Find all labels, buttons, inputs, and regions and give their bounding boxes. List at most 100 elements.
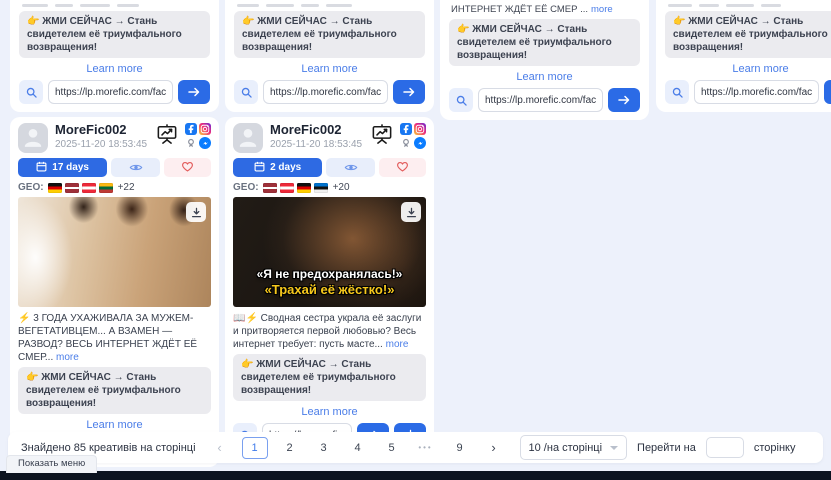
arrow-right-icon [403,85,415,100]
person-icon [235,123,261,153]
next-page-button[interactable]: › [482,438,506,458]
days-label: 17 days [52,162,89,173]
learn-more-link[interactable]: Learn more [18,419,211,431]
creative-card-partial: 👉 ЖМИ СЕЙЧАС → Стань свидетелем её триум… [225,0,434,112]
creative-image[interactable] [18,197,211,307]
stats-chart-icon[interactable] [371,124,393,149]
creative-date: 2025-11-20 18:53:45 [270,139,362,150]
cta-text: 👉 ЖМИ СЕЙЧАС → Стань свидетелем её триум… [233,354,426,401]
creative-description: ⚡ 3 ГОДА УХАЖИВАЛА ЗА МУЖЕМ-ВЕГЕТАТИВЦЕМ… [18,312,211,364]
cta-text: 👉 ЖМИ СЕЙЧАС → Стань свидетелем её триум… [18,367,211,414]
flag-icon [314,183,328,193]
page-button-5[interactable]: 5 [380,438,404,458]
views-button[interactable] [111,158,160,177]
learn-more-link[interactable]: Learn more [665,63,831,75]
search-icon[interactable] [19,80,43,104]
facebook-icon [400,123,412,135]
geo-row: GEO: +20 [233,182,426,193]
instagram-icon [199,123,211,135]
landing-url-input[interactable] [478,88,603,112]
heart-icon [181,160,194,175]
download-image-icon[interactable] [186,202,206,222]
page-button-3[interactable]: 3 [312,438,336,458]
geo-row: GEO: +22 [18,182,211,193]
search-icon[interactable] [449,88,473,112]
page-button-2[interactable]: 2 [278,438,302,458]
url-row [665,80,831,104]
goto-page-input[interactable] [706,437,744,458]
page-button-1[interactable]: 1 [242,437,268,459]
instagram-icon [414,123,426,135]
messenger-icon [199,137,211,149]
goto-page-suffix: сторінку [754,442,796,454]
creative-card-partial: 👉 ЖМИ СЕЙЧАС → Стань свидетелем её триум… [656,0,831,112]
eye-icon [129,160,143,175]
header-icons [371,123,426,149]
cta-text: 👉 ЖМИ СЕЙЧАС → Стань свидетелем её триум… [449,19,640,66]
column-1: 👉 ЖМИ СЕЙЧАС → Стань свидетелем её триум… [10,0,219,467]
download-image-icon[interactable] [401,202,421,222]
column-3: ИНТЕРНЕТ ЖДЁТ ЕЁ СМЕР ...more 👉 ЖМИ СЕЙЧ… [440,0,649,120]
learn-more-link[interactable]: Learn more [234,63,425,75]
open-url-button[interactable] [608,88,640,112]
show-menu-button[interactable]: Показать меню [6,455,97,473]
open-url-button[interactable] [393,80,425,104]
more-link[interactable]: more [386,339,409,350]
clipped-text [19,4,210,7]
geo-label: GEO: [233,182,259,193]
more-link[interactable]: more [591,4,613,15]
url-row [449,88,640,112]
flag-icon [297,183,311,193]
clipped-text [665,4,831,7]
cta-text: 👉 ЖМИ СЕЙЧАС → Стань свидетелем её триум… [234,11,425,58]
page-size-select[interactable]: 10 /на сторінці [520,435,628,460]
flag-icon [263,183,277,193]
favorite-button[interactable] [164,158,211,177]
learn-more-link[interactable]: Learn more [233,406,426,418]
clipped-description: ИНТЕРНЕТ ЖДЁТ ЕЁ СМЕР ...more [451,4,638,15]
arrow-right-icon [188,85,200,100]
creative-card: MoreFic002 2025-11-20 18:53:45 2 days [225,117,434,454]
learn-more-link[interactable]: Learn more [19,63,210,75]
account-info: MoreFic002 2025-11-20 18:53:45 [55,123,147,150]
days-active-button[interactable]: 2 days [233,158,322,177]
page-button-last[interactable]: 9 [448,438,472,458]
overlay-line-1: «Я не предохранялась!» [233,267,426,282]
goto-page-label: Перейти на [637,442,696,454]
days-active-button[interactable]: 17 days [18,158,107,177]
geo-more-count: +22 [118,182,135,193]
stats-chart-icon[interactable] [156,124,178,149]
eye-icon [344,160,358,175]
favorite-button[interactable] [379,158,426,177]
calendar-icon [36,161,47,175]
account-info: MoreFic002 2025-11-20 18:53:45 [270,123,362,150]
prev-page-button[interactable]: ‹ [208,438,232,458]
views-button[interactable] [326,158,375,177]
creative-date: 2025-11-20 18:53:45 [55,139,147,150]
more-link[interactable]: more [56,352,79,363]
bottom-dock-bar [0,471,831,480]
flag-icon [48,183,62,193]
page-button-4[interactable]: 4 [346,438,370,458]
landing-url-input[interactable] [694,80,819,104]
open-url-button[interactable] [178,80,210,104]
landing-url-input[interactable] [263,80,388,104]
column-2: 👉 ЖМИ СЕЙЧАС → Стань свидетелем её триум… [225,0,434,454]
search-icon[interactable] [665,80,689,104]
creative-image[interactable]: «Я не предохранялась!» «Трахай её жёстко… [233,197,426,307]
search-icon[interactable] [234,80,258,104]
flag-icon [82,183,96,193]
chevron-right-icon: › [491,440,495,455]
medal-icon [400,137,412,149]
account-name: MoreFic002 [55,123,147,137]
geo-more-count: +20 [333,182,350,193]
open-url-button[interactable] [824,80,831,104]
days-label: 2 days [270,162,301,173]
creative-card-partial: ИНТЕРНЕТ ЖДЁТ ЕЁ СМЕР ...more 👉 ЖМИ СЕЙЧ… [440,0,649,120]
pages-ellipsis[interactable]: ••• [414,438,438,458]
learn-more-link[interactable]: Learn more [449,71,640,83]
heart-icon [396,160,409,175]
flag-icon [65,183,79,193]
creative-description: 📖⚡ Сводная сестра украла её заслуги и пр… [233,312,426,351]
landing-url-input[interactable] [48,80,173,104]
